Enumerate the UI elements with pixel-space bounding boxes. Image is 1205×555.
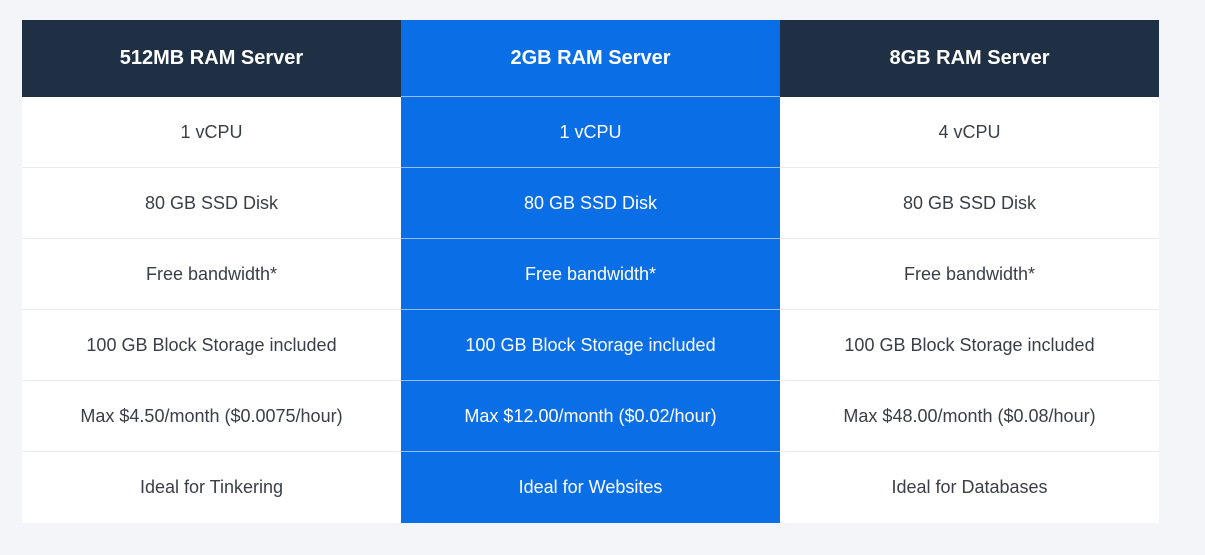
- plan-column-2gb: 2GB RAM Server 1 vCPU 80 GB SSD Disk Fre…: [401, 20, 780, 523]
- feature-block-storage: 100 GB Block Storage included: [22, 310, 401, 381]
- pricing-table: 512MB RAM Server 1 vCPU 80 GB SSD Disk F…: [22, 20, 1159, 523]
- plan-title: 8GB RAM Server: [780, 20, 1159, 97]
- feature-bandwidth: Free bandwidth*: [401, 239, 780, 310]
- feature-disk: 80 GB SSD Disk: [22, 168, 401, 239]
- feature-disk: 80 GB SSD Disk: [401, 168, 780, 239]
- feature-vcpu: 1 vCPU: [22, 97, 401, 168]
- feature-price: Max $48.00/month ($0.08/hour): [780, 381, 1159, 452]
- feature-bandwidth: Free bandwidth*: [780, 239, 1159, 310]
- feature-ideal-for: Ideal for Databases: [891, 477, 1048, 497]
- feature-price: Max $12.00/month ($0.02/hour): [401, 381, 780, 452]
- feature-disk: 80 GB SSD Disk: [780, 168, 1159, 239]
- plan-column-512mb: 512MB RAM Server 1 vCPU 80 GB SSD Disk F…: [22, 20, 401, 523]
- feature-block-storage: 100 GB Block Storage included: [780, 310, 1159, 381]
- feature-bandwidth: Free bandwidth*: [22, 239, 401, 310]
- plan-title: 512MB RAM Server: [22, 20, 401, 97]
- feature-ideal-for: Ideal for Websites: [518, 477, 663, 497]
- feature-vcpu: 4 vCPU: [780, 97, 1159, 168]
- feature-block-storage: 100 GB Block Storage included: [401, 310, 780, 381]
- plan-column-8gb: 8GB RAM Server 4 vCPU 80 GB SSD Disk Fre…: [780, 20, 1159, 523]
- feature-vcpu: 1 vCPU: [401, 97, 780, 168]
- feature-ideal-for: Ideal for Tinkering: [139, 477, 284, 497]
- feature-price: Max $4.50/month ($0.0075/hour): [22, 381, 401, 452]
- plan-title: 2GB RAM Server: [401, 20, 780, 97]
